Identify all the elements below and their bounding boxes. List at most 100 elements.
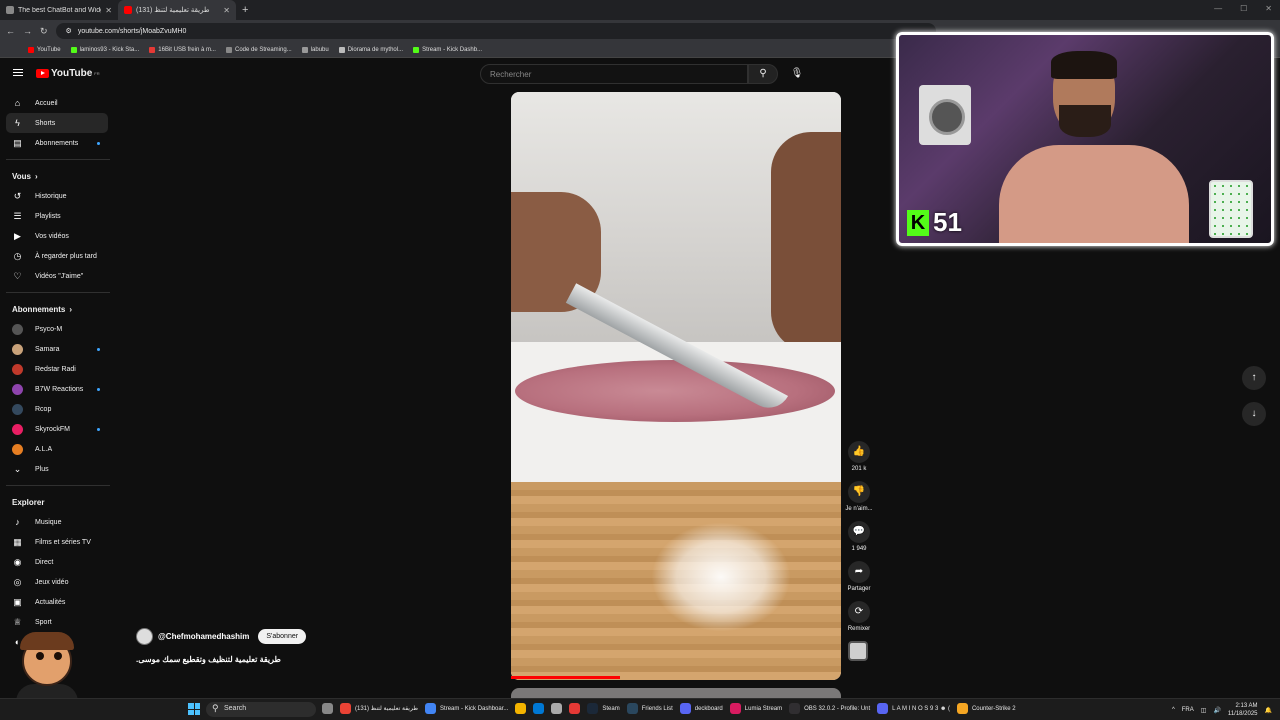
bookmark-item[interactable]: Diorama de mythol... xyxy=(338,46,403,53)
tab-label: The best ChatBot and Widgets xyxy=(18,6,101,14)
video-progress-bar[interactable] xyxy=(511,676,620,679)
taskbar-app[interactable]: Counter-Strike 2 xyxy=(956,703,1016,714)
channel-row: @Chefmohamedhashim S'abonner xyxy=(136,628,307,645)
taskbar-app[interactable] xyxy=(322,703,333,714)
tab-close-icon[interactable]: ✕ xyxy=(223,6,230,15)
sidebar-item-news[interactable]: ▣ Actualités xyxy=(0,592,118,612)
comments-icon: 💬 xyxy=(848,521,870,543)
channel-name[interactable]: @Chefmohamedhashim xyxy=(158,632,249,641)
chevron-right-icon: › xyxy=(34,171,38,181)
url-field[interactable]: ⚙ youtube.com/shorts/jMoabZvuMH0 xyxy=(55,23,936,39)
remix-button[interactable]: ⟳ Remixer xyxy=(842,601,876,632)
taskbar-app[interactable]: طريقة تعليمية لتنظ (131) xyxy=(340,703,418,714)
sidebar-item-subscription[interactable]: SkyrockFM xyxy=(0,419,118,439)
sidebar-item-home[interactable]: ⌂ Accueil xyxy=(0,93,118,113)
sound-thumbnail[interactable] xyxy=(848,641,868,661)
taskbar-app[interactable]: deckboard xyxy=(679,703,723,714)
menu-icon[interactable] xyxy=(13,69,23,78)
sidebar-item-shorts[interactable]: ϟ Shorts xyxy=(6,113,108,133)
share-button[interactable]: ➦ Partager xyxy=(842,561,876,592)
browser-tab-youtube[interactable]: طريقة تعليمية لتنظ (131) ✕ xyxy=(118,0,236,20)
site-info-icon[interactable]: ⚙ xyxy=(66,27,72,35)
sidebar-item-label: Samara xyxy=(35,345,60,353)
shorts-video-player[interactable] xyxy=(511,92,841,680)
browser-tab-chatbot[interactable]: The best ChatBot and Widgets ✕ xyxy=(0,0,118,20)
forward-icon[interactable]: → xyxy=(23,26,32,36)
dislike-button[interactable]: 👎 Je n'aim... xyxy=(842,481,876,512)
music-icon: ♪ xyxy=(15,517,20,527)
minimize-icon[interactable]: — xyxy=(1214,4,1222,13)
sidebar-item-liked[interactable]: ♡ Vidéos "J'aime" xyxy=(0,266,118,286)
sidebar-item-subscription[interactable]: B7W Reactions xyxy=(0,379,118,399)
sidebar-item-playlists[interactable]: ☰ Playlists xyxy=(0,206,118,226)
reload-icon[interactable]: ↻ xyxy=(40,26,48,37)
short-title[interactable]: طريقة تعليمية لتنظيف وتقطيع سمك موسى. xyxy=(136,655,281,664)
bookmark-label: Code de Streaming... xyxy=(234,46,292,53)
share-icon: ➦ xyxy=(848,561,870,583)
network-icon[interactable]: ◫ xyxy=(1201,707,1207,714)
chevron-down-icon: ⌄ xyxy=(13,463,22,474)
next-short-button[interactable]: ↓ xyxy=(1242,402,1266,426)
sidebar-item-films[interactable]: ▦ Films et séries TV xyxy=(0,532,118,552)
channel-avatar[interactable] xyxy=(136,628,153,645)
sidebar-item-subscription[interactable]: Rcop xyxy=(0,399,118,419)
tab-close-icon[interactable]: ✕ xyxy=(105,6,112,15)
previous-short-button[interactable]: ↑ xyxy=(1242,366,1266,390)
taskbar-app[interactable] xyxy=(533,703,545,714)
close-window-icon[interactable]: ✕ xyxy=(1265,4,1272,13)
taskbar-app[interactable] xyxy=(569,703,581,714)
subscribe-button[interactable]: S'abonner xyxy=(258,629,307,644)
sidebar-show-more[interactable]: ⌄ Plus xyxy=(0,459,118,479)
sidebar-section-you[interactable]: Vous › xyxy=(0,166,118,186)
back-icon[interactable]: ← xyxy=(6,26,15,36)
sidebar-item-subscription[interactable]: Psyco-M xyxy=(0,319,118,339)
taskbar-app[interactable]: Steam xyxy=(587,703,620,714)
taskbar-app[interactable]: L A M I N O S 9 3 ☻ ( xyxy=(877,703,950,714)
channel-avatar xyxy=(12,343,23,355)
language-indicator[interactable]: FRA xyxy=(1182,707,1194,713)
windows-start-icon[interactable] xyxy=(188,703,200,715)
search-input[interactable]: Rechercher xyxy=(480,64,748,84)
comments-button[interactable]: 💬 1 949 xyxy=(842,521,876,552)
voice-search-button[interactable]: 🎙 xyxy=(786,64,808,84)
taskbar-app[interactable]: Lumia Stream xyxy=(729,703,782,714)
action-label: Partager xyxy=(847,586,871,592)
bookmark-label: labubu xyxy=(310,46,329,53)
search-button[interactable]: ⚲ xyxy=(748,64,778,84)
windows-taskbar: Search طريقة تعليمية لتنظ (131) Stream - … xyxy=(0,698,1280,720)
bookmark-item[interactable]: labubu xyxy=(301,46,329,53)
sidebar-item-watch-later[interactable]: ◷ À regarder plus tard xyxy=(0,246,118,266)
volume-icon[interactable]: 🔊 xyxy=(1213,707,1220,714)
sidebar-item-subscriptions[interactable]: ▤ Abonnements xyxy=(0,133,118,153)
browser-tab-bar: The best ChatBot and Widgets ✕ طريقة تعل… xyxy=(0,0,1280,20)
action-label: 201 k xyxy=(851,466,867,472)
bookmark-item[interactable]: laminos93 - Kick Sta... xyxy=(70,46,139,53)
taskbar-app[interactable] xyxy=(551,703,563,714)
sidebar-item-your-videos[interactable]: ▶ Vos vidéos xyxy=(0,226,118,246)
maximize-icon[interactable]: ☐ xyxy=(1240,4,1247,13)
taskbar-app[interactable]: Friends List xyxy=(626,703,673,714)
bookmark-item[interactable]: Code de Streaming... xyxy=(225,46,292,53)
tray-expand-icon[interactable]: ^ xyxy=(1172,707,1175,713)
notification-icon[interactable]: 🔔 xyxy=(1265,707,1272,714)
sidebar-section-subscriptions[interactable]: Abonnements › xyxy=(0,299,118,319)
taskbar-app[interactable] xyxy=(515,703,527,714)
sidebar-item-music[interactable]: ♪ Musique xyxy=(0,512,118,532)
sidebar-item-history[interactable]: ↺ Historique xyxy=(0,186,118,206)
taskbar-app[interactable]: Stream - Kick Dashboar... xyxy=(425,703,508,714)
bookmark-item[interactable]: Stream - Kick Dashb... xyxy=(413,46,482,53)
youtube-logo[interactable]: YouTube FR xyxy=(36,68,100,79)
streamer-mascot xyxy=(10,628,86,702)
taskbar-app[interactable]: OBS 32.0.2 - Profile: Unt xyxy=(789,703,870,714)
taskbar-search[interactable]: Search xyxy=(206,702,316,717)
sidebar-item-gaming[interactable]: ◎ Jeux vidéo xyxy=(0,572,118,592)
sidebar-item-subscription[interactable]: Redstar Radi xyxy=(0,359,118,379)
sidebar-item-live[interactable]: ◉ Direct xyxy=(0,552,118,572)
bookmark-item[interactable]: YouTube xyxy=(28,46,61,53)
new-tab-icon[interactable]: + xyxy=(242,4,248,16)
bookmark-item[interactable]: 16Bit USB frein à m... xyxy=(149,46,216,53)
like-button[interactable]: 👍 201 k xyxy=(842,441,876,472)
sidebar-item-subscription[interactable]: Samara xyxy=(0,339,118,359)
sidebar-item-subscription[interactable]: A.L.A xyxy=(0,439,118,459)
clock[interactable]: 2:13 AM 11/18/2025 xyxy=(1228,702,1258,718)
